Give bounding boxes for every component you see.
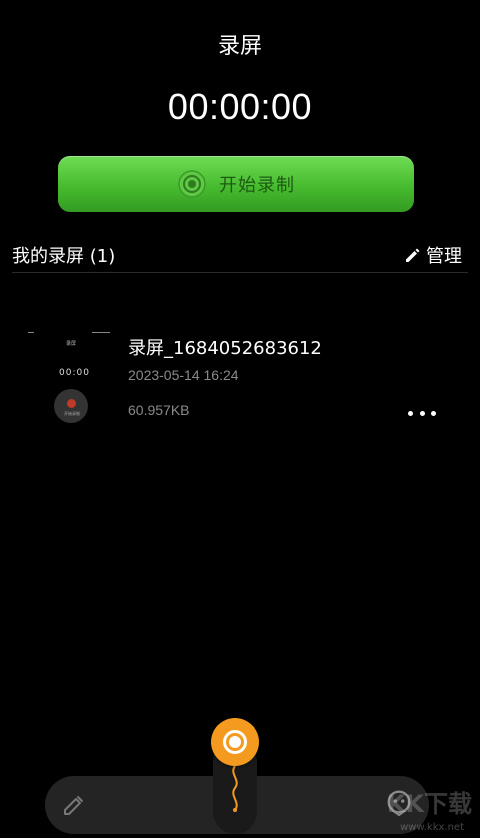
thumbnail-sub-label: 开始录制	[64, 411, 80, 416]
manage-label: 管理	[426, 246, 462, 267]
recording-list-item[interactable]: 录屏 00:00 开始录制 录屏_1684052683612 2023-05-1…	[0, 320, 480, 430]
watermark-url: www.kkx.net	[400, 822, 464, 833]
more-dot	[431, 410, 436, 416]
thumbnail-record-circle: 开始录制	[54, 389, 88, 423]
start-recording-button[interactable]: 开始录制	[58, 156, 414, 212]
section-divider	[12, 272, 468, 273]
manage-button[interactable]: 管理	[404, 242, 462, 268]
recording-date: 2023-05-14 16:24	[128, 367, 239, 383]
pencil-icon	[406, 248, 420, 262]
my-recordings-title: 我的录屏 (1)	[12, 246, 116, 267]
thumbnail-dash	[28, 332, 34, 333]
thumbnail-timer: 00:00	[59, 368, 90, 378]
start-recording-label: 开始录制	[219, 175, 295, 196]
record-icon	[178, 170, 206, 198]
more-dot	[408, 410, 413, 416]
more-dots-icon[interactable]	[408, 408, 436, 418]
thumbnail-record-dot	[67, 399, 76, 408]
watermark-logo: KK下载	[386, 790, 472, 818]
recording-timer: 00:00:00	[167, 86, 313, 127]
recording-thumbnail[interactable]: 录屏 00:00 开始录制	[28, 332, 118, 432]
recording-name: 录屏_1684052683612	[128, 338, 322, 359]
more-dot	[419, 410, 425, 416]
float-string	[225, 764, 245, 814]
float-record-core	[229, 736, 241, 748]
thumbnail-title: 录屏	[66, 341, 77, 347]
thumbnail-dash	[92, 332, 110, 333]
edit-button[interactable]	[58, 790, 88, 820]
page-title: 录屏	[217, 34, 262, 59]
pencil-icon	[64, 796, 83, 815]
recording-size: 60.957KB	[128, 402, 190, 418]
float-record-icon[interactable]	[211, 718, 259, 766]
